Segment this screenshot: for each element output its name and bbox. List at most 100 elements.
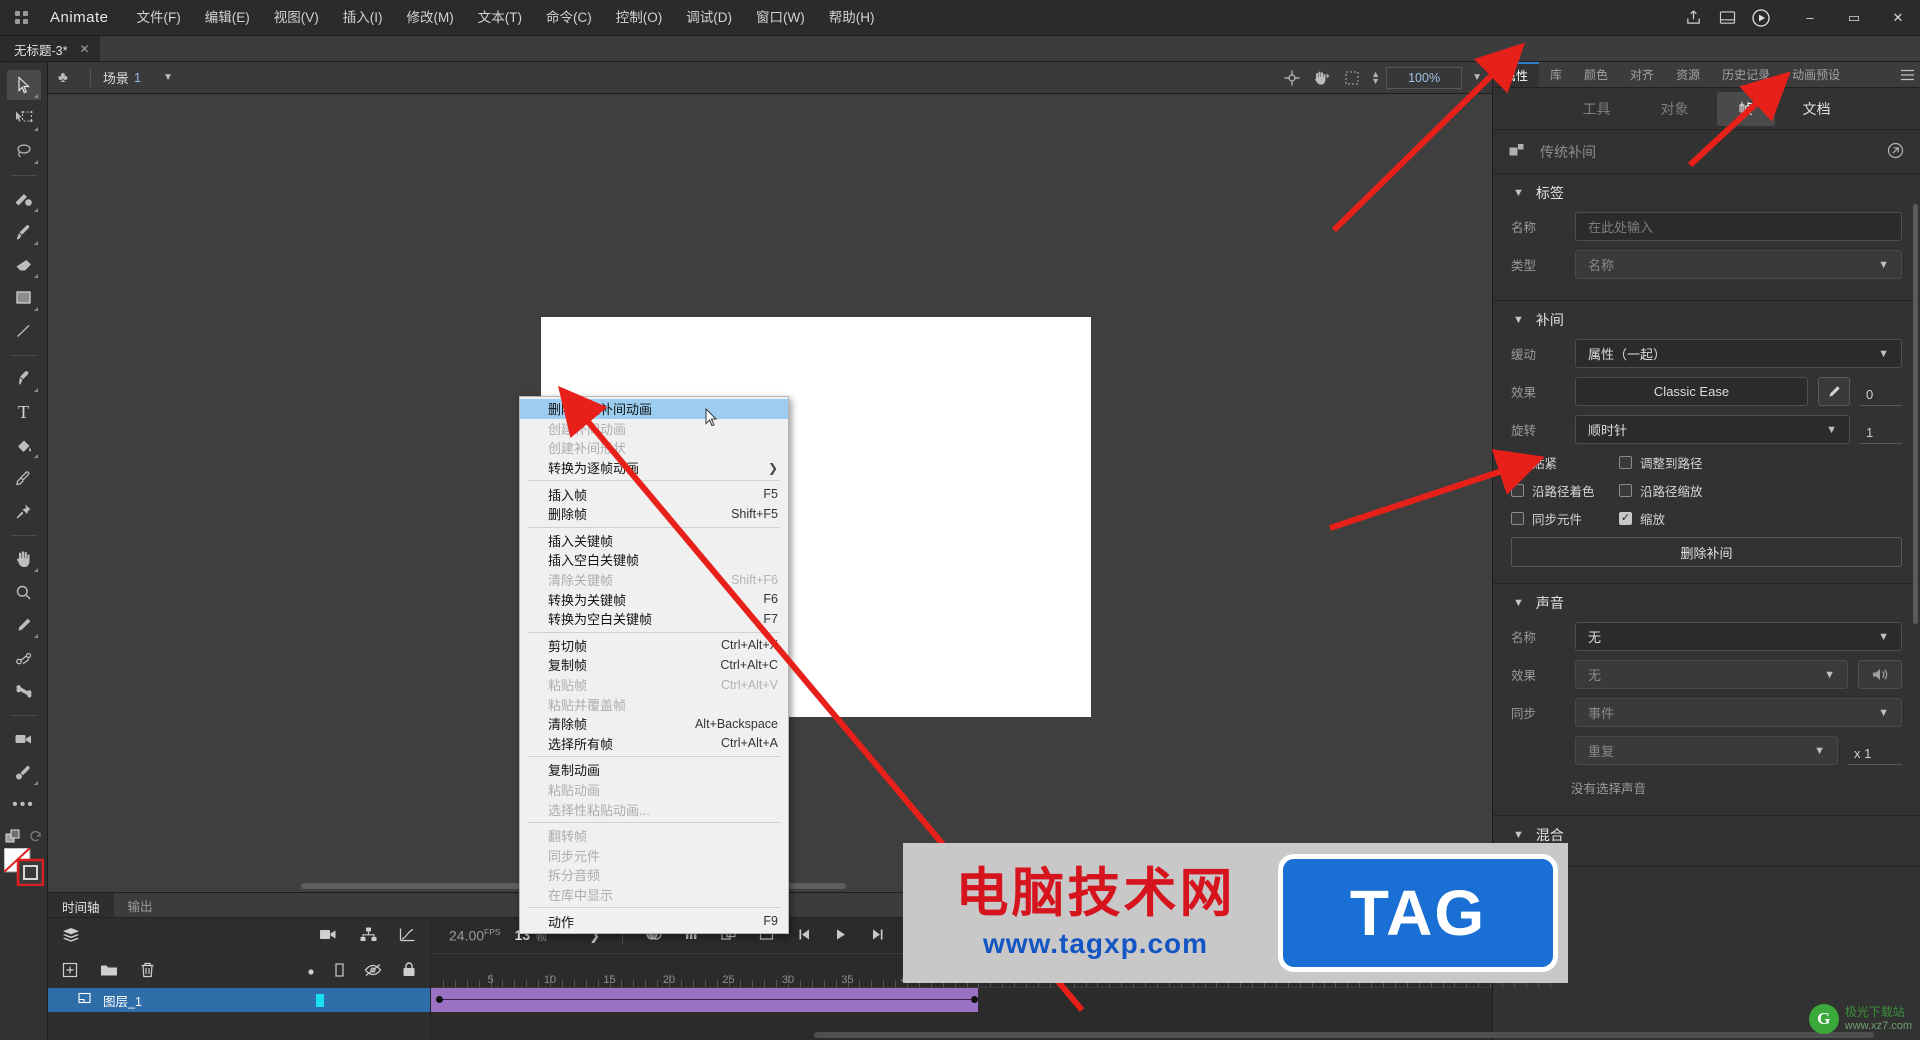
checkbox-snap[interactable]: 贴紧 <box>1511 453 1619 472</box>
context-menu-item[interactable]: 复制动画 <box>520 760 788 780</box>
line-tool[interactable] <box>7 316 41 346</box>
camera-tool[interactable] <box>7 724 41 754</box>
share-icon[interactable] <box>1676 0 1710 36</box>
lasso-tool[interactable] <box>7 136 41 166</box>
camera-layer-icon[interactable] <box>319 928 338 944</box>
context-menu-item[interactable]: 转换为关键帧 F6 <box>520 589 788 609</box>
sound-repeat-count[interactable]: x 1 <box>1848 736 1902 765</box>
clip-content-icon[interactable] <box>1339 66 1365 90</box>
reset-colors-icon[interactable] <box>29 830 43 844</box>
brush-tool[interactable] <box>7 184 41 214</box>
layer-outline-icon[interactable] <box>335 962 344 980</box>
more-tools[interactable]: ••• <box>7 790 41 820</box>
sound-name-select[interactable]: 无 ▼ <box>1575 622 1902 651</box>
zoom-stepper[interactable]: ▲ ▼ <box>1371 69 1380 85</box>
timeline-horizontal-scrollbar[interactable] <box>814 1030 1874 1040</box>
paint-brush-tool[interactable] <box>7 217 41 247</box>
checkbox-box[interactable] <box>1511 456 1524 469</box>
zoom-level-input[interactable]: 100% <box>1386 66 1463 89</box>
fill-stroke-swatches[interactable] <box>2 847 44 887</box>
sound-repeat-select[interactable]: 重复 ▼ <box>1575 736 1838 765</box>
paint-bucket-tool[interactable] <box>7 430 41 460</box>
next-frame-icon[interactable] <box>870 928 885 944</box>
play-icon[interactable] <box>834 928 848 944</box>
workspace-grid-icon[interactable] <box>0 0 44 36</box>
layers-stack-icon[interactable] <box>62 927 80 946</box>
rectangle-tool[interactable] <box>7 283 41 313</box>
sound-effect-select[interactable]: 无 ▼ <box>1575 660 1848 689</box>
effect-value[interactable]: Classic Ease <box>1575 377 1808 406</box>
rotate-count-input[interactable]: 1 <box>1860 415 1902 444</box>
menu-view[interactable]: 视图(V) <box>262 0 331 36</box>
hide-layer-icon[interactable] <box>364 963 382 980</box>
previous-frame-icon[interactable] <box>797 928 812 944</box>
subtab-document[interactable]: 文档 <box>1781 92 1853 126</box>
checkbox-scale[interactable]: 缩放 <box>1619 509 1769 528</box>
checkbox-color-along-path[interactable]: 沿路径着色 <box>1511 481 1619 500</box>
open-tween-editor-icon[interactable] <box>1887 142 1904 162</box>
checkbox-box[interactable] <box>1619 512 1632 525</box>
chevron-down-icon[interactable]: ▼ <box>1513 829 1524 841</box>
pencil-tool[interactable] <box>7 610 41 640</box>
pin-tool[interactable] <box>7 496 41 526</box>
tab-output[interactable]: 输出 <box>114 893 167 917</box>
panel-menu-icon[interactable] <box>1894 62 1920 87</box>
tab-assets[interactable]: 资源 <box>1665 62 1711 87</box>
fps-value[interactable]: 24.00FPS <box>449 927 501 944</box>
checkbox-orient-to-path[interactable]: 调整到路径 <box>1619 453 1769 472</box>
bone-rig-tool[interactable] <box>7 643 41 673</box>
selection-tool[interactable] <box>6 70 41 100</box>
effect-value-input[interactable]: 0 <box>1860 377 1902 406</box>
keyframe-marker-start[interactable] <box>436 996 443 1003</box>
swap-colors-icon[interactable] <box>5 829 23 845</box>
width-tool[interactable] <box>7 757 41 787</box>
subtab-tool[interactable]: 工具 <box>1561 92 1633 126</box>
new-layer-icon[interactable] <box>62 962 78 981</box>
document-tab-close-icon[interactable]: ✕ <box>79 42 89 56</box>
label-name-input[interactable]: 在此处输入 <box>1575 212 1902 241</box>
center-stage-icon[interactable] <box>1279 66 1305 90</box>
zoom-tool[interactable] <box>7 577 41 607</box>
menu-text[interactable]: 文本(T) <box>466 0 534 36</box>
text-tool[interactable]: T <box>7 397 41 427</box>
minimize-button[interactable]: – <box>1788 0 1832 36</box>
tab-library[interactable]: 库 <box>1539 62 1573 87</box>
free-transform-tool[interactable] <box>7 103 41 133</box>
ease-graph-icon[interactable] <box>399 927 416 945</box>
menu-debug[interactable]: 调试(D) <box>674 0 744 36</box>
chevron-down-icon[interactable]: ▼ <box>1513 314 1524 326</box>
menu-help[interactable]: 帮助(H) <box>817 0 887 36</box>
zoom-chevron-down-icon[interactable]: ▼ <box>1472 72 1482 83</box>
context-menu-item[interactable]: 动作 F9 <box>520 911 788 931</box>
new-folder-icon[interactable] <box>100 963 118 980</box>
document-tab[interactable]: 无标题-3* ✕ <box>0 35 100 61</box>
pen-tool[interactable] <box>7 364 41 394</box>
checkbox-box[interactable] <box>1619 456 1632 469</box>
play-preview-icon[interactable] <box>1744 0 1778 36</box>
checkbox-box[interactable] <box>1511 484 1524 497</box>
menu-insert[interactable]: 插入(I) <box>331 0 395 36</box>
menu-control[interactable]: 控制(O) <box>604 0 675 36</box>
chevron-down-icon[interactable]: ▼ <box>1513 187 1524 199</box>
context-menu-item[interactable]: 剪切帧 Ctrl+Alt+X <box>520 636 788 656</box>
chevron-down-icon[interactable]: ▼ <box>1513 597 1524 609</box>
rotate-stage-icon[interactable] <box>1309 66 1335 90</box>
close-button[interactable]: ✕ <box>1876 0 1920 36</box>
tab-timeline[interactable]: 时间轴 <box>48 893 114 917</box>
checkbox-sync-symbol[interactable]: 同步元件 <box>1511 509 1619 528</box>
remove-tween-button[interactable]: 删除补间 <box>1511 537 1902 567</box>
context-menu-item[interactable]: 插入帧 F5 <box>520 484 788 504</box>
subtab-frame[interactable]: 帧 <box>1716 91 1775 126</box>
label-section-header[interactable]: ▼ 标签 <box>1493 174 1920 212</box>
menu-modify[interactable]: 修改(M) <box>395 0 466 36</box>
bone-tool[interactable] <box>7 676 41 706</box>
context-menu-item[interactable]: 删除帧 Shift+F5 <box>520 504 788 524</box>
edit-ease-pencil-icon[interactable] <box>1818 377 1850 406</box>
frame-context-menu[interactable]: 删除经典补间动画 创建补间动画 创建补间形状 转换为逐帧动画 ❯ 插入帧 F5 删除帧 Shif… <box>519 396 789 934</box>
tab-motion-presets[interactable]: 动画预设 <box>1781 62 1851 87</box>
context-menu-item[interactable]: 转换为逐帧动画 ❯ <box>520 458 788 478</box>
checkbox-scale-along-path[interactable]: 沿路径缩放 <box>1619 481 1769 500</box>
context-menu-item[interactable]: 插入关键帧 <box>520 531 788 551</box>
ease-select[interactable]: 属性（一起） ▼ <box>1575 339 1902 368</box>
menu-commands[interactable]: 命令(C) <box>534 0 604 36</box>
